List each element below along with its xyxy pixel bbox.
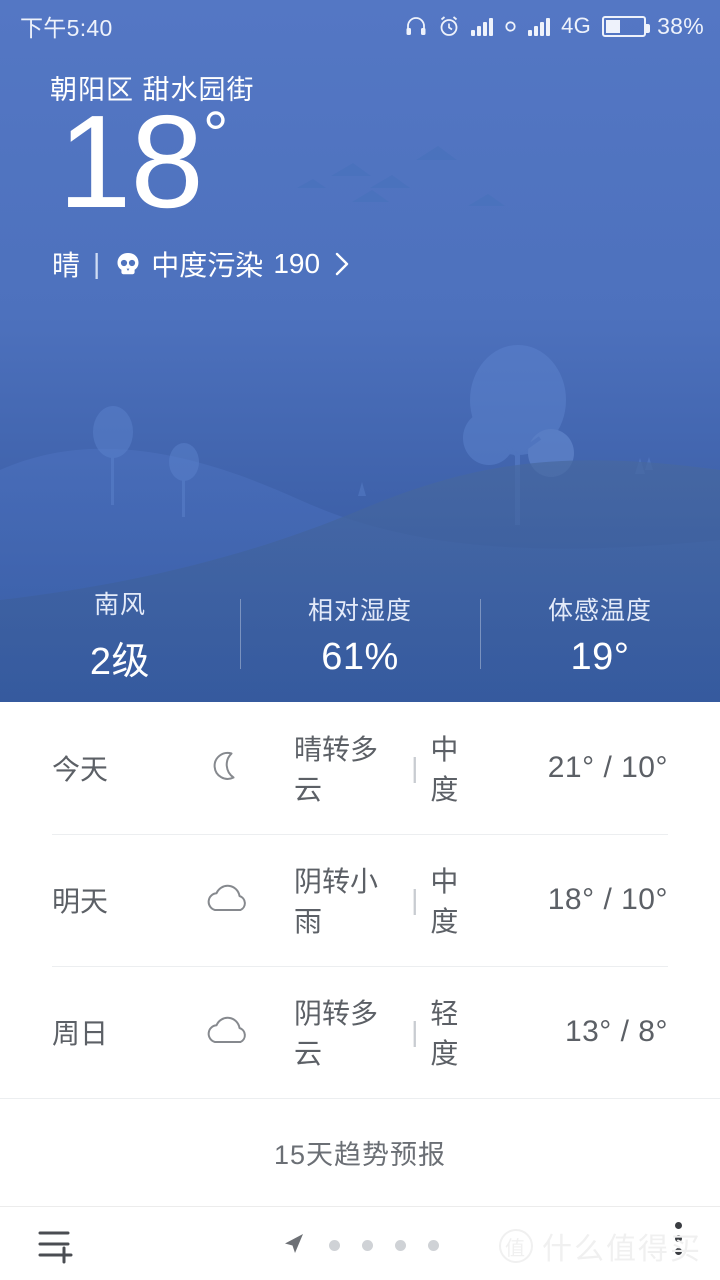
forecast-aqi-level: 中度 bbox=[430, 866, 459, 937]
stat-feels-like-label: 体感温度 bbox=[547, 597, 652, 625]
forecast-separator: | bbox=[411, 752, 419, 783]
forecast-aqi-level: 中度 bbox=[430, 734, 459, 805]
alarm-clock-icon bbox=[438, 15, 460, 37]
forecast-desc: 阴转多云 | 轻度 bbox=[294, 992, 483, 1072]
bottom-bar: 值 什么值得买 bbox=[0, 1206, 720, 1280]
forecast-day-label: 明天 bbox=[52, 886, 109, 917]
forecast-condition-text: 晴转多云 bbox=[294, 734, 379, 805]
condition-aqi-row[interactable]: 晴 | 中度污染 190 bbox=[52, 244, 352, 284]
forecast-separator: | bbox=[411, 1016, 419, 1047]
forecast-day-label: 今天 bbox=[52, 754, 109, 785]
page-dot[interactable] bbox=[362, 1240, 373, 1251]
degree-symbol: ° bbox=[202, 98, 229, 170]
forecast-separator: | bbox=[411, 884, 419, 915]
moon-icon bbox=[202, 744, 294, 792]
forecast-desc: 阴转小雨 | 中度 bbox=[294, 860, 483, 940]
signal-bars-icon-2 bbox=[528, 17, 551, 36]
forecast-temp-range: 21° / 10° bbox=[547, 751, 668, 784]
headphone-icon bbox=[405, 16, 427, 36]
forecast-day-label: 周日 bbox=[52, 1018, 109, 1049]
small-circle-icon bbox=[504, 20, 517, 33]
status-bar: 下午5:40 4G 38% bbox=[0, 0, 720, 52]
location-arrow-icon[interactable] bbox=[281, 1230, 307, 1261]
forecast-aqi-level: 轻度 bbox=[430, 998, 459, 1069]
condition-label: 晴 bbox=[52, 250, 81, 281]
stat-humidity-value: 61% bbox=[321, 636, 399, 678]
air-quality-index: 190 bbox=[273, 248, 321, 279]
stat-wind-value: 2级 bbox=[89, 641, 151, 683]
current-weather-hero[interactable]: 下午5:40 4G 38% 朝阳区 甜水园街 18° 晴 | 中度污染 190 … bbox=[0, 0, 720, 702]
forecast-desc: 晴转多云 | 中度 bbox=[294, 728, 483, 808]
forecast-row-today[interactable]: 今天 晴转多云 | 中度 21° / 10° bbox=[0, 702, 720, 834]
cloud-icon bbox=[202, 1008, 294, 1056]
smzdm-watermark: 值 什么值得买 bbox=[499, 1224, 702, 1268]
stat-wind-label: 南风 bbox=[93, 591, 146, 619]
status-bar-time: 下午5:40 bbox=[20, 15, 113, 41]
current-temperature-value: 18 bbox=[58, 88, 204, 235]
forecast-row-sunday[interactable]: 周日 阴转多云 | 轻度 13° / 8° bbox=[0, 966, 720, 1098]
forecast-condition-text: 阴转多云 bbox=[294, 998, 379, 1069]
chevron-right-icon[interactable] bbox=[332, 251, 352, 277]
cloud-icon bbox=[202, 876, 294, 924]
status-bar-icons: 4G 38% bbox=[405, 13, 704, 40]
stat-humidity: 相对湿度 61% bbox=[240, 591, 480, 679]
watermark-text: 什么值得买 bbox=[542, 1233, 702, 1266]
current-temperature: 18° bbox=[58, 96, 229, 228]
network-type-label: 4G bbox=[561, 13, 592, 38]
air-quality-label: 中度污染 bbox=[151, 250, 264, 281]
trend-forecast-button[interactable]: 15天趋势预报 bbox=[0, 1098, 720, 1206]
stat-feels-like: 体感温度 19° bbox=[480, 591, 720, 679]
page-dot[interactable] bbox=[395, 1240, 406, 1251]
forecast-condition-text: 阴转小雨 bbox=[294, 866, 379, 937]
forecast-row-tomorrow[interactable]: 明天 阴转小雨 | 中度 18° / 10° bbox=[0, 834, 720, 966]
daily-forecast-list: 今天 晴转多云 | 中度 21° / 10° 明天 阴转小雨 | 中度 18° … bbox=[0, 702, 720, 1098]
page-dot[interactable] bbox=[329, 1240, 340, 1251]
skull-icon bbox=[113, 249, 143, 279]
forecast-temp-range: 18° / 10° bbox=[547, 883, 668, 916]
battery-icon bbox=[602, 15, 651, 37]
watermark-badge: 值 bbox=[499, 1229, 533, 1263]
battery-percent-label: 38% bbox=[657, 12, 704, 39]
forecast-temp-range: 13° / 8° bbox=[564, 1015, 668, 1048]
weather-app-screen: 下午5:40 4G 38% 朝阳区 甜水园街 18° 晴 | 中度污染 190 … bbox=[0, 0, 720, 1280]
current-stats-strip: 南风 2级 相对湿度 61% 体感温度 19° bbox=[0, 580, 720, 690]
trend-forecast-label: 15天趋势预报 bbox=[273, 1139, 447, 1170]
stat-feels-like-value: 19° bbox=[570, 636, 630, 678]
stat-wind: 南风 2级 bbox=[0, 585, 240, 685]
signal-bars-icon bbox=[471, 17, 494, 36]
condition-separator: | bbox=[93, 248, 101, 279]
stat-humidity-label: 相对湿度 bbox=[307, 597, 412, 625]
page-dot[interactable] bbox=[428, 1240, 439, 1251]
